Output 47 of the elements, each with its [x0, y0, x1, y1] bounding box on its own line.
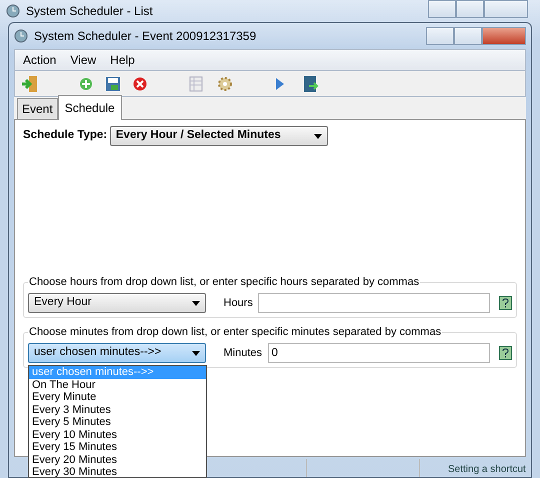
help-icon[interactable] [499, 346, 512, 360]
dropdown-option[interactable]: Every 30 Minutes [29, 466, 206, 477]
hours-field[interactable] [258, 293, 490, 313]
minimize-button[interactable] [426, 27, 454, 45]
dropdown-option[interactable]: On The Hour [29, 378, 206, 391]
schedule-type-select[interactable]: Every Hour / Selected Minutes [110, 126, 328, 146]
schedule-type-label: Schedule Type: [23, 128, 108, 144]
tab[interactable]: Event [17, 98, 58, 119]
delete-icon[interactable] [133, 76, 147, 90]
window-title: System Scheduler - Event 200912317359 [34, 28, 256, 45]
menu-item[interactable]: View [70, 51, 96, 69]
minutes-select[interactable]: user chosen minutes-->> [28, 343, 206, 363]
minimize-button[interactable] [428, 0, 456, 18]
add-icon[interactable] [79, 76, 93, 90]
dropdown-option[interactable]: Every 15 Minutes [29, 441, 206, 454]
dropdown-option[interactable]: Every 10 Minutes [29, 428, 206, 441]
table-icon[interactable] [189, 76, 203, 92]
group-legend: Choose minutes from drop down list, or enter specific minutes separated by commas [28, 324, 442, 340]
dropdown-option[interactable]: Every 5 Minutes [29, 416, 206, 428]
minutes-label: Minutes [224, 346, 262, 361]
menu-item[interactable]: Help [110, 51, 135, 69]
help-icon[interactable] [499, 296, 512, 310]
group-legend: Choose hours from drop down list, or enter specific hours separated by commas [28, 274, 420, 290]
dropdown-option[interactable]: Every 20 Minutes [29, 454, 206, 466]
clock-icon [6, 4, 20, 18]
window-title: System Scheduler - List [26, 3, 153, 20]
dropdown-option[interactable]: Every Minute [29, 391, 206, 404]
caret-icon [192, 300, 200, 306]
close-button[interactable] [484, 0, 528, 18]
maximize-button[interactable] [454, 27, 482, 45]
close-button[interactable] [482, 27, 526, 45]
hours-label: Hours [224, 296, 253, 311]
clock-icon [14, 29, 28, 43]
export-icon[interactable] [303, 74, 319, 92]
hours-select[interactable]: Every Hour [28, 293, 206, 313]
play-icon[interactable] [275, 76, 285, 90]
settings-icon[interactable] [217, 76, 233, 92]
dropdown-option[interactable]: Every 3 Minutes [29, 404, 206, 416]
menu-item[interactable]: Action [23, 51, 56, 69]
background-text: Setting a shortcut [448, 464, 526, 476]
minutes-field[interactable]: 0 [268, 343, 490, 363]
caret-icon [192, 350, 200, 356]
exit-door-icon[interactable] [21, 74, 39, 92]
save-icon[interactable] [105, 76, 121, 92]
maximize-button[interactable] [456, 0, 484, 18]
tab[interactable]: Schedule [58, 95, 122, 120]
caret-icon [314, 134, 322, 138]
